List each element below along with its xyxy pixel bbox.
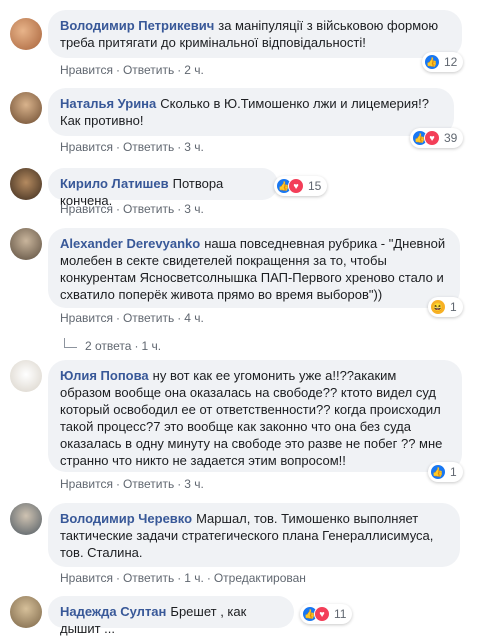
comment-bubble: Надежда Султан Брешет , как дышит ...	[48, 596, 294, 636]
like-link[interactable]: Нравится	[60, 477, 113, 491]
comment-bubble: Володимир Черевко Маршал, тов. Тимошенко …	[48, 503, 460, 567]
avatar[interactable]	[10, 503, 42, 535]
haha-icon: 😆	[430, 299, 446, 315]
comment-bubble: Наталья Урина Сколько в Ю.Тимошенко лжи и…	[48, 88, 454, 136]
reactions-count: 15	[308, 179, 322, 193]
avatar[interactable]	[10, 18, 42, 50]
comment-actions: Нравится · Ответить · 2 ч.	[60, 63, 204, 77]
edited-label: Отредактирован	[213, 571, 306, 585]
reactions-pill[interactable]: 👍 ♥ 11	[300, 604, 353, 624]
comment-actions: Нравится · Ответить · 4 ч.	[60, 311, 204, 325]
avatar[interactable]	[10, 360, 42, 392]
comment-actions: Нравится · Ответить · 1 ч. · Отредактирован	[60, 571, 306, 585]
love-icon: ♥	[288, 178, 304, 194]
comment-author[interactable]: Надежда Султан	[60, 604, 166, 619]
like-link[interactable]: Нравится	[60, 140, 113, 154]
comment-bubble: Alexander Derevyanko наша повседневная ру…	[48, 228, 460, 308]
timestamp[interactable]: 2 ч.	[184, 63, 204, 77]
replies-count[interactable]: 2 ответа	[85, 339, 131, 353]
reply-arrow-icon	[64, 338, 77, 348]
reactions-pill[interactable]: 👍 ♥ 15	[274, 176, 328, 196]
like-icon: 👍	[430, 464, 446, 480]
timestamp[interactable]: 3 ч.	[184, 477, 204, 491]
reactions-pill[interactable]: 👍 12	[422, 52, 464, 72]
comment-actions: Нравится · Ответить · 3 ч.	[60, 477, 204, 491]
view-replies-link[interactable]: 2 ответа · 1 ч.	[64, 338, 162, 353]
replies-time: 1 ч.	[141, 339, 162, 353]
timestamp[interactable]: 3 ч.	[184, 140, 204, 154]
timestamp[interactable]: 1 ч.	[184, 571, 204, 585]
comment-author[interactable]: Володимир Черевко	[60, 511, 192, 526]
reactions-count: 1	[450, 465, 457, 479]
timestamp[interactable]: 4 ч.	[184, 311, 204, 325]
reactions-count: 11	[334, 607, 347, 621]
comment-author[interactable]: Юлия Попова	[60, 368, 149, 383]
comment-author[interactable]: Володимир Петрикевич	[60, 18, 214, 33]
love-icon: ♥	[424, 130, 440, 146]
reply-link[interactable]: Ответить	[123, 140, 174, 154]
reply-link[interactable]: Ответить	[123, 311, 174, 325]
avatar[interactable]	[10, 168, 42, 200]
comment-author[interactable]: Кирило Латишев	[60, 176, 169, 191]
like-icon: 👍	[424, 54, 440, 70]
reply-link[interactable]: Ответить	[123, 571, 174, 585]
comment-author[interactable]: Alexander Derevyanko	[60, 236, 200, 251]
timestamp[interactable]: 3 ч.	[184, 202, 204, 216]
reactions-pill[interactable]: 👍 ♥ 39	[410, 128, 464, 148]
like-link[interactable]: Нравится	[60, 63, 113, 77]
reactions-count: 12	[444, 55, 458, 69]
reply-link[interactable]: Ответить	[123, 477, 174, 491]
comment-text: ну вот как ее угомонить уже а!!??акаким …	[60, 368, 443, 468]
comment-bubble: Юлия Попова ну вот как ее угомонить уже а…	[48, 360, 462, 472]
avatar[interactable]	[10, 228, 42, 260]
reactions-pill[interactable]: 👍 1	[428, 462, 463, 482]
reactions-count: 39	[444, 131, 458, 145]
avatar[interactable]	[10, 596, 42, 628]
reply-link[interactable]: Ответить	[123, 202, 174, 216]
like-link[interactable]: Нравится	[60, 202, 113, 216]
avatar[interactable]	[10, 92, 42, 124]
reply-link[interactable]: Ответить	[123, 63, 174, 77]
comment-bubble: Кирило Латишев Потвора кончена.	[48, 168, 278, 208]
reactions-count: 1	[450, 300, 457, 314]
comment-author[interactable]: Наталья Урина	[60, 96, 156, 111]
love-icon: ♥	[314, 606, 330, 622]
like-link[interactable]: Нравится	[60, 311, 113, 325]
comment-bubble: Володимир Петрикевич за маніпуляції з вій…	[48, 10, 462, 58]
reactions-pill[interactable]: 😆 1	[428, 297, 463, 317]
comment-actions: Нравится · Ответить · 3 ч.	[60, 202, 204, 216]
comment-actions: Нравится · Ответить · 3 ч.	[60, 140, 204, 154]
like-link[interactable]: Нравится	[60, 571, 113, 585]
